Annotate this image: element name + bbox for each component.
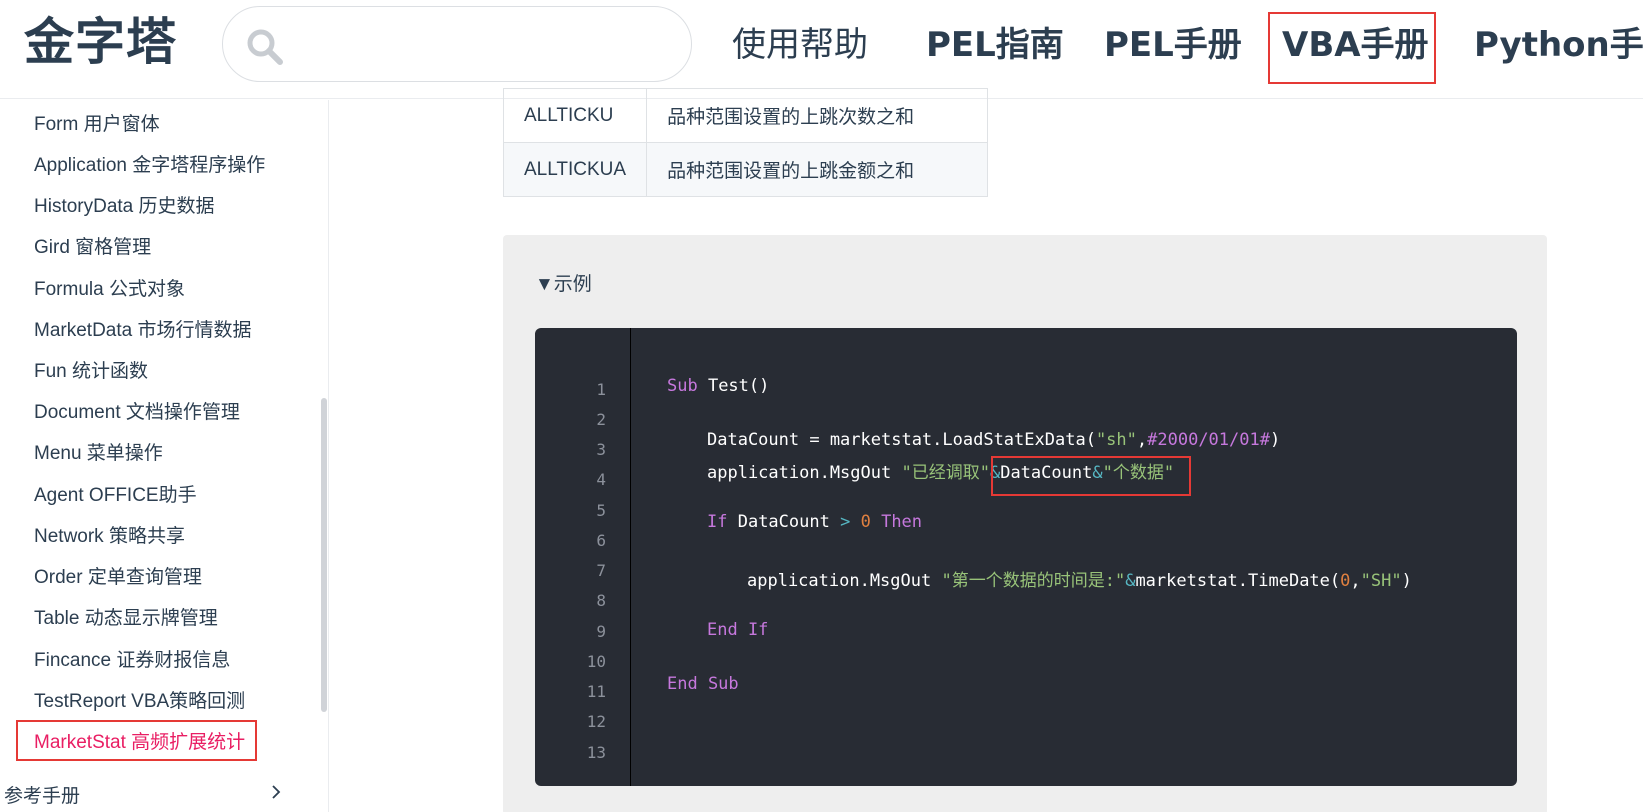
code-keyword: If	[707, 512, 728, 532]
line-number: 2	[596, 410, 606, 429]
sidebar-item-table[interactable]: Table 动态显示牌管理	[34, 606, 218, 632]
sidebar-item-gird[interactable]: Gird 窗格管理	[34, 235, 151, 261]
code-text: )	[1269, 430, 1281, 450]
code-text: application.MsgOut	[747, 571, 942, 591]
code-string: "SH"	[1360, 571, 1402, 591]
code-keyword: Sub	[667, 376, 698, 396]
sidebar-item-document[interactable]: Document 文档操作管理	[34, 400, 240, 426]
line-number: 10	[586, 652, 606, 671]
code-string: "已经调取"	[901, 463, 990, 483]
search-input[interactable]	[299, 17, 669, 71]
table-cell-desc: 品种范围设置的上跳金额之和	[646, 142, 989, 197]
sidebar-item-fun[interactable]: Fun 统计函数	[34, 359, 148, 385]
sidebar-active-highlight	[16, 720, 257, 761]
table-cell-name: ALLTICKU	[502, 88, 648, 143]
code-text: Test()	[697, 376, 770, 396]
nav-python-manual[interactable]: Python手册	[1474, 0, 1643, 99]
code-text: application.MsgOut	[707, 463, 902, 483]
code-text: DataCount = marketstat.LoadStatExData(	[707, 430, 1096, 450]
code-string: "第一个数据的时间是:"	[941, 571, 1126, 591]
sidebar-item-historydata[interactable]: HistoryData 历史数据	[34, 194, 215, 220]
property-table: ALLTICKU 品种范围设置的上跳次数之和 ALLTICKUA 品种范围设置的…	[502, 88, 989, 197]
sidebar-item-formula[interactable]: Formula 公式对象	[34, 277, 185, 303]
table-cell-name: ALLTICKUA	[502, 142, 648, 197]
sidebar-item-network[interactable]: Network 策略共享	[34, 524, 185, 550]
line-number: 6	[596, 531, 606, 550]
sidebar-item-menu[interactable]: Menu 菜单操作	[34, 441, 163, 467]
sidebar-item-fincance[interactable]: Fincance 证券财报信息	[34, 648, 230, 674]
top-header: 金字塔 使用帮助 PEL指南 PEL手册 VBA手册 Python手册	[0, 0, 1643, 99]
example-block: ▼示例 1 2 3 4 5 6 7 8 9 10 11 12 13 Sub Te…	[503, 235, 1547, 812]
code-string: "sh"	[1095, 430, 1137, 450]
sidebar-group-reference[interactable]: 参考手册	[4, 784, 80, 810]
code-operator: &	[1125, 571, 1136, 591]
code-text: ,	[1350, 571, 1361, 591]
code-text: ,	[1136, 430, 1148, 450]
code-date-literal: #2000/01/01#	[1147, 430, 1270, 450]
line-number-gutter: 1 2 3 4 5 6 7 8 9 10 11 12 13	[535, 328, 631, 786]
sidebar-item-agent[interactable]: Agent OFFICE助手	[34, 483, 197, 509]
code-line-1: Sub Test()	[667, 376, 769, 396]
line-number: 8	[596, 591, 606, 610]
code-keyword: Then	[881, 512, 923, 532]
table-row: ALLTICKU 品种范围设置的上跳次数之和	[502, 88, 989, 143]
line-number: 1	[596, 380, 606, 399]
line-number: 5	[596, 501, 606, 520]
line-number: 11	[586, 682, 606, 701]
code-line-10: End If	[707, 620, 769, 640]
table-row: ALLTICKUA 品种范围设置的上跳金额之和	[502, 142, 989, 197]
code-text: )	[1401, 571, 1412, 591]
example-toggle[interactable]: ▼示例	[535, 272, 592, 298]
nav-active-highlight	[1268, 12, 1436, 84]
sidebar-item-order[interactable]: Order 定单查询管理	[34, 565, 202, 591]
code-text: marketstat.TimeDate(	[1135, 571, 1341, 591]
code-line-3: DataCount = marketstat.LoadStatExData("s…	[707, 430, 1280, 450]
code-block: 1 2 3 4 5 6 7 8 9 10 11 12 13 Sub Test()…	[535, 328, 1517, 786]
code-content: Sub Test() DataCount = marketstat.LoadSt…	[667, 328, 1412, 694]
sidebar-item-form[interactable]: Form 用户窗体	[34, 112, 160, 138]
line-number: 7	[596, 561, 606, 580]
code-line-6: If DataCount > 0 Then	[707, 512, 922, 532]
sidebar-item-application[interactable]: Application 金字塔程序操作	[34, 153, 265, 179]
nav-pel-manual[interactable]: PEL手册	[1104, 0, 1242, 99]
site-logo[interactable]: 金字塔	[24, 10, 177, 74]
code-number: 0	[860, 512, 871, 532]
chevron-right-icon[interactable]	[268, 782, 284, 802]
search-box[interactable]	[222, 6, 692, 82]
code-line-8: application.MsgOut "第一个数据的时间是:"&marketst…	[747, 566, 1412, 591]
sidebar: Form 用户窗体 Application 金字塔程序操作 HistoryDat…	[0, 100, 329, 812]
line-number: 4	[596, 470, 606, 489]
line-number: 3	[596, 440, 606, 459]
line-number: 9	[596, 622, 606, 641]
nav-help[interactable]: 使用帮助	[732, 0, 868, 99]
line-number: 12	[586, 712, 606, 731]
sidebar-scrollbar[interactable]	[321, 398, 327, 712]
table-cell-desc: 品种范围设置的上跳次数之和	[646, 88, 989, 143]
code-line-12: End Sub	[667, 674, 739, 694]
code-operator: >	[840, 512, 851, 532]
sidebar-item-testreport[interactable]: TestReport VBA策略回测	[34, 689, 245, 715]
code-number: 0	[1340, 571, 1351, 591]
sidebar-item-marketdata[interactable]: MarketData 市场行情数据	[34, 318, 251, 344]
code-text: DataCount	[727, 512, 841, 532]
nav-pel-guide[interactable]: PEL指南	[926, 0, 1064, 99]
search-icon	[247, 29, 283, 65]
line-number: 13	[586, 743, 606, 762]
code-highlight-box	[991, 456, 1191, 496]
